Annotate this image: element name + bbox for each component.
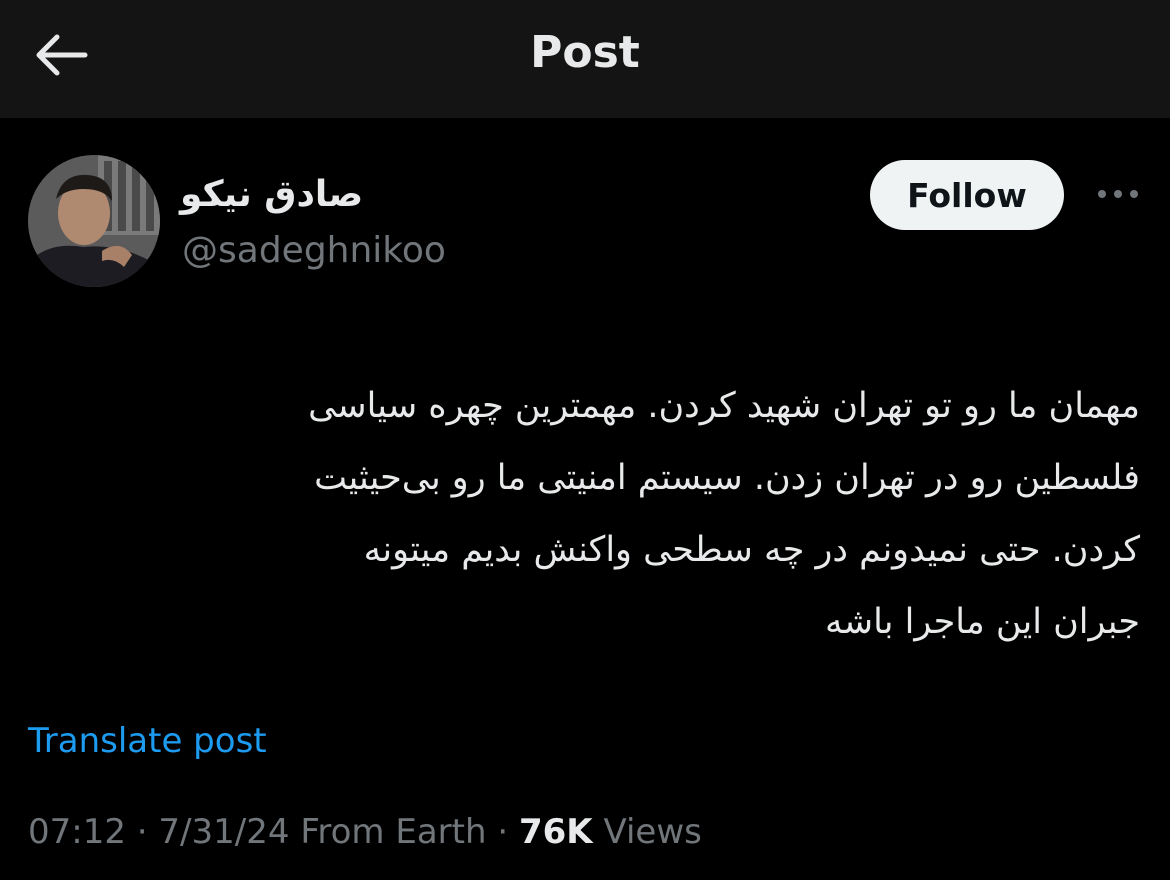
post-text-line: جبران این ماجرا باشه: [825, 602, 1140, 642]
author-display-name[interactable]: صادق نیکو: [180, 172, 363, 218]
post-text: مهمان ما رو تو تهران شهید کردن. مهمترین …: [40, 370, 1140, 658]
top-bar: Post: [0, 0, 1170, 118]
meta-separator: ·: [136, 812, 148, 852]
translate-post-link[interactable]: Translate post: [28, 718, 267, 764]
views-label: Views: [603, 812, 702, 852]
post-text-line: مهمان ما رو تو تهران شهید کردن. مهمترین …: [308, 386, 1140, 426]
post-source: From Earth: [300, 812, 487, 852]
follow-button[interactable]: Follow: [870, 160, 1064, 230]
more-horizontal-icon: [1098, 190, 1138, 198]
post-text-line: کردن. حتی نمیدونم در چه سطحی واکنش بدیم …: [363, 530, 1140, 570]
avatar[interactable]: [28, 155, 160, 287]
post-text-line: فلسطین رو در تهران زدن. سیستم امنیتی ما …: [314, 458, 1140, 498]
more-options-button[interactable]: [1094, 176, 1142, 212]
avatar-photo: [28, 155, 160, 287]
post-time[interactable]: 07:12: [28, 812, 126, 852]
meta-separator: ·: [497, 812, 509, 852]
author-handle[interactable]: @sadeghnikoo: [182, 228, 446, 274]
post-meta: 07:12 · 7/31/24 From Earth · 76K Views: [28, 808, 702, 856]
views-count[interactable]: 76K: [519, 812, 593, 852]
page-title: Post: [530, 27, 640, 78]
post-date[interactable]: 7/31/24: [158, 812, 289, 852]
